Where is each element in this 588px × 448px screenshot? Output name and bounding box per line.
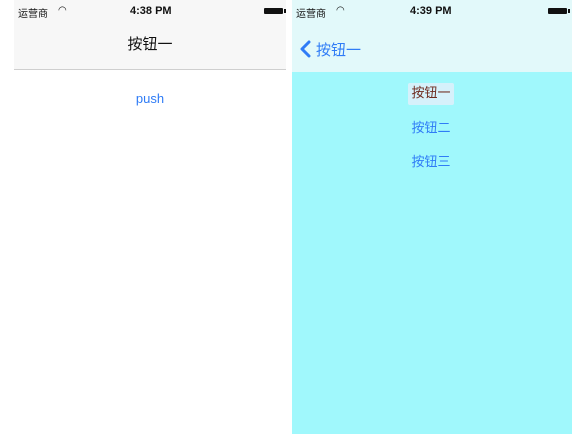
button-one[interactable]: 按钮一: [408, 83, 454, 105]
carrier-label: 运营商: [296, 9, 326, 20]
wifi-icon: ◠: [336, 5, 345, 16]
navigation-bar: 按钮一: [292, 24, 572, 72]
chevron-left-icon: [300, 40, 311, 58]
wifi-icon: ◠: [58, 5, 67, 16]
status-bar: 运营商 ◠ 4:39 PM: [292, 0, 572, 24]
back-button[interactable]: 按钮一: [298, 37, 361, 61]
status-time: 4:39 PM: [410, 5, 452, 17]
nav-title: 按钮一: [127, 35, 173, 53]
push-button[interactable]: push: [126, 91, 174, 111]
navigation-bar: 按钮一: [14, 22, 286, 70]
button-two[interactable]: 按钮二: [408, 118, 454, 140]
battery-icon: [264, 8, 286, 14]
status-bar: 运营商 ◠ 4:38 PM: [14, 0, 286, 22]
battery-icon: [548, 8, 570, 14]
right-phone-screen: 运营商 ◠ 4:39 PM 按钮一 按钮一 按钮二 按钮三: [292, 0, 572, 434]
status-time: 4:38 PM: [130, 5, 172, 17]
button-three[interactable]: 按钮三: [408, 152, 454, 174]
back-button-label: 按钮一: [316, 40, 362, 59]
carrier-label: 运营商: [18, 9, 48, 20]
left-phone-screen: 运营商 ◠ 4:38 PM 按钮一 push: [14, 0, 286, 434]
